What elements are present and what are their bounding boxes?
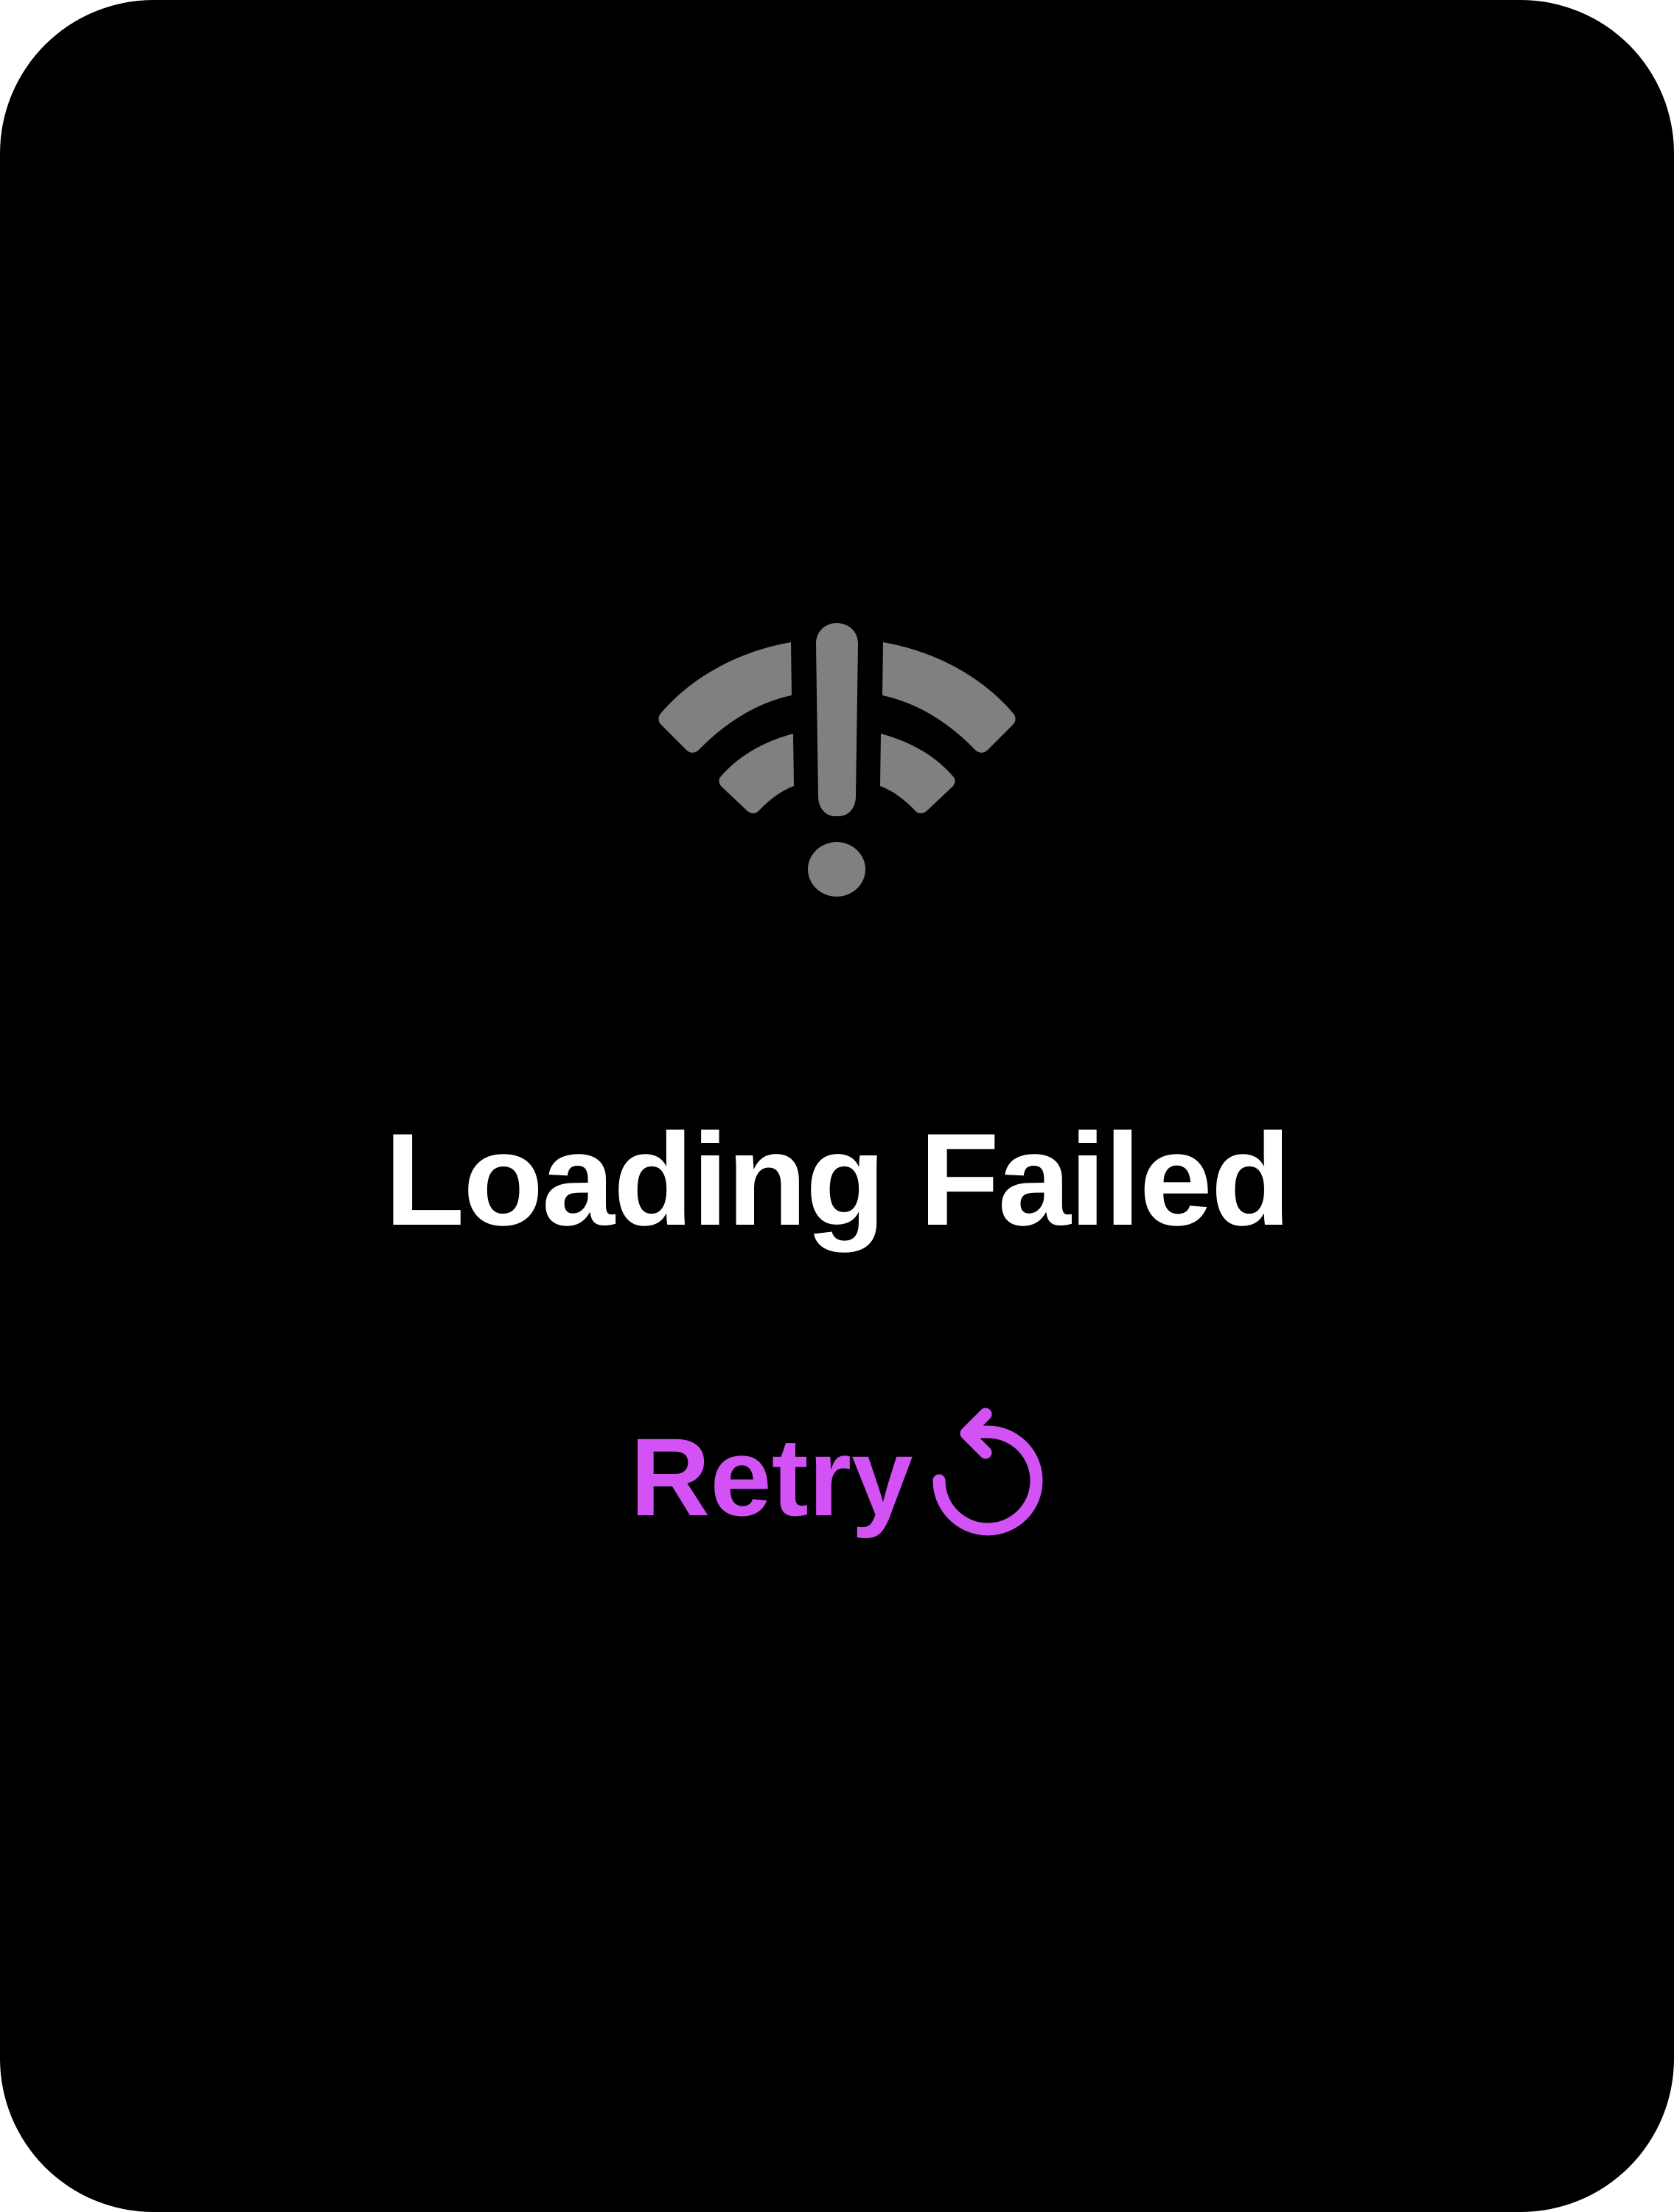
wifi-exclamation-icon — [658, 622, 1016, 898]
error-screen: Loading Failed Retry — [0, 0, 1674, 2212]
retry-label: Retry — [630, 1415, 913, 1539]
arrow-counterclockwise-icon — [932, 1407, 1043, 1547]
page-title: Loading Failed — [384, 1106, 1291, 1253]
retry-button[interactable]: Retry — [630, 1407, 1043, 1547]
